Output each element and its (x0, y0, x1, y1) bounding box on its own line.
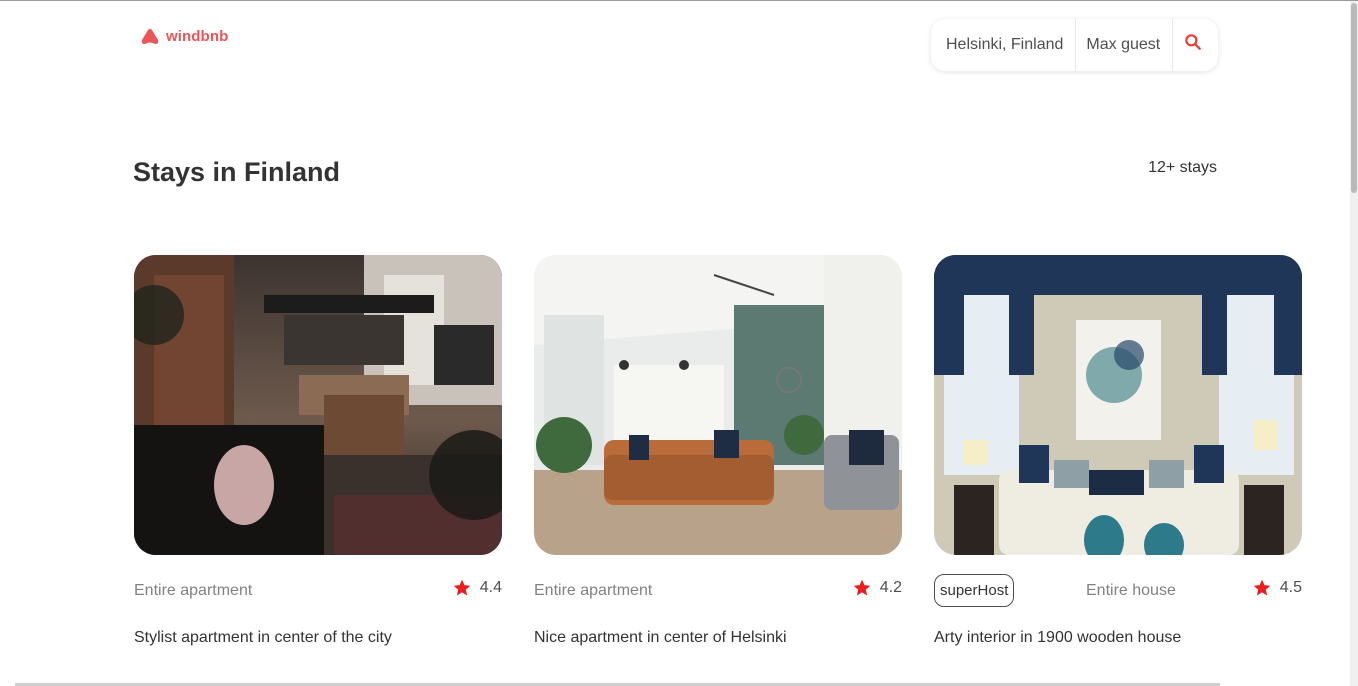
page-title: Stays in Finland (133, 157, 341, 187)
stay-meta: Entire apartment 4.4 (134, 574, 502, 614)
logo-text: windbnb (166, 28, 229, 45)
stay-rating: 4.2 (852, 578, 902, 598)
house-interior-photo (934, 255, 1302, 555)
stay-count: 12+ stays (1148, 159, 1217, 176)
star-icon (853, 579, 871, 596)
stay-card[interactable]: superHost Entire house 4.5 Arty interior… (934, 255, 1302, 646)
stay-rating: 4.5 (1252, 578, 1302, 598)
rating-value: 4.5 (1279, 579, 1302, 596)
stay-type: Entire apartment (534, 582, 653, 599)
stay-photo[interactable] (134, 255, 502, 555)
stay-card[interactable]: Entire apartment 4.4 Stylist apartment i… (134, 255, 502, 646)
logo[interactable]: windbnb (141, 28, 228, 45)
stay-type: Entire apartment (134, 582, 253, 599)
search-button[interactable] (1173, 19, 1213, 71)
stay-meta: Entire apartment 4.2 (534, 574, 902, 614)
superhost-badge: superHost (934, 574, 1015, 607)
scrollbar-thumb[interactable] (1351, 3, 1357, 193)
stay-card[interactable]: Entire apartment 4.2 Nice apartment in c… (534, 255, 902, 646)
stay-title[interactable]: Arty interior in 1900 wooden house (934, 629, 1181, 647)
rating-value: 4.4 (479, 579, 502, 596)
stay-photo[interactable] (934, 255, 1302, 555)
stay-title[interactable]: Nice apartment in center of Helsinki (534, 629, 787, 647)
loft-interior-photo (134, 255, 502, 555)
star-icon (453, 579, 471, 596)
search-icon (1185, 34, 1202, 50)
vertical-scrollbar[interactable] (1350, 1, 1358, 686)
search-bar: Helsinki, Finland Max guest (931, 19, 1218, 71)
location-field[interactable]: Helsinki, Finland (931, 19, 1077, 71)
living-room-photo (534, 255, 902, 555)
star-icon (1253, 579, 1271, 596)
rating-value: 4.2 (879, 579, 902, 596)
stay-title[interactable]: Stylist apartment in center of the city (134, 629, 392, 647)
stay-type: Entire house (1086, 582, 1176, 599)
stay-rating: 4.4 (452, 578, 502, 598)
logo-icon (141, 28, 159, 44)
stay-meta: superHost Entire house 4.5 (934, 574, 1302, 614)
app-window: windbnb Helsinki, Finland Max guest Stay… (0, 0, 1358, 686)
stay-photo[interactable] (534, 255, 902, 555)
guests-field[interactable]: Max guest (1076, 19, 1174, 71)
